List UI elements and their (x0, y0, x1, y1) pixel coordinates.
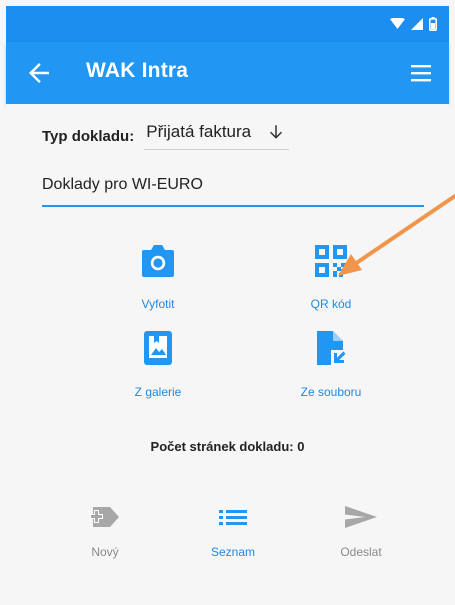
cellular-signal-icon (411, 18, 423, 30)
app-title: WAK Intra (86, 59, 189, 82)
qr-code-icon (315, 245, 347, 277)
gallery-icon (144, 331, 172, 365)
from-file-label: Ze souboru (300, 385, 362, 399)
page-count-text: Počet stránek dokladu: 0 (150, 439, 305, 454)
nav-list-button[interactable]: Seznam (178, 504, 288, 559)
take-photo-label: Vyfotit (141, 297, 175, 311)
add-tag-icon (90, 507, 119, 527)
status-bar (6, 6, 449, 42)
main-content: Typ dokladu: Přijatá faktura Doklady pro… (6, 104, 449, 599)
qr-code-label: QR kód (310, 297, 352, 311)
from-gallery-label: Z galerie (134, 385, 182, 399)
nav-new-button[interactable]: Nový (50, 504, 160, 559)
nav-list-label: Seznam (210, 545, 256, 559)
hamburger-menu-icon (411, 65, 431, 82)
arrow-down-icon (270, 125, 283, 139)
qr-code-button[interactable]: QR kód (261, 244, 401, 311)
take-photo-button[interactable]: Vyfotit (88, 244, 228, 311)
arrow-left-icon (29, 63, 49, 83)
wifi-icon (390, 18, 405, 29)
doc-type-label: Typ dokladu: (42, 127, 135, 145)
menu-button[interactable] (409, 61, 435, 85)
status-icons (390, 17, 437, 31)
send-icon (345, 506, 377, 528)
from-gallery-button[interactable]: Z galerie (88, 330, 228, 399)
app-bar: WAK Intra (6, 42, 449, 104)
app-screen: WAK Intra Typ dokladu: Přijatá faktura D… (0, 0, 455, 605)
battery-icon (429, 17, 437, 31)
list-icon (219, 510, 247, 525)
nav-send-button[interactable]: Odeslat (306, 504, 416, 559)
doc-type-select[interactable]: Přijatá faktura (144, 122, 290, 150)
doc-type-row: Typ dokladu: Přijatá faktura (42, 122, 290, 150)
bottom-navigation: Nový Seznam Odeslat (6, 504, 449, 584)
back-button[interactable] (24, 58, 54, 88)
doc-type-value: Přijatá faktura (146, 122, 252, 141)
document-name-field[interactable]: Doklady pro WI-EURO (42, 176, 424, 207)
nav-new-label: Nový (91, 545, 119, 559)
from-file-button[interactable]: Ze souboru (261, 330, 401, 399)
nav-send-label: Odeslat (340, 545, 382, 559)
camera-icon (142, 245, 174, 277)
file-import-icon (317, 331, 347, 366)
